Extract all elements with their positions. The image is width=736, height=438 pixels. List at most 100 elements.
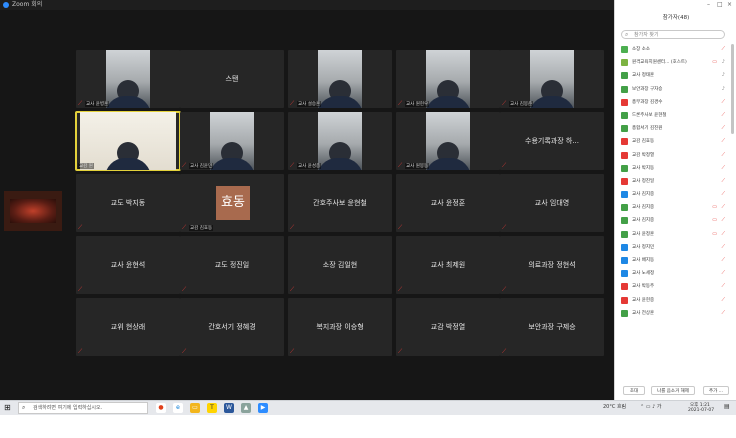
participant-row[interactable]: 원격교육지원센터... (호스트) ▭ ♪ <box>619 57 729 70</box>
clock-date[interactable]: 2021-07-07 <box>688 408 714 413</box>
mic-muted-icon: ⟋ <box>182 162 187 169</box>
zoom-taskbar-icon[interactable]: ▶ <box>258 403 268 413</box>
participant-row[interactable]: 교사 정태훈 ♪ <box>619 70 729 83</box>
mic-muted-icon: ⟋ <box>721 230 725 237</box>
tile-name-label: 교사 김윤민 <box>189 163 214 169</box>
participant-row[interactable]: 보안과장 구자승 ♪ <box>619 84 729 97</box>
participant-tile[interactable]: 교사 윤정훈 ⟋ <box>396 174 500 232</box>
unmute-self-button[interactable]: 나를 음소거 해제 <box>651 386 695 395</box>
participant-tile[interactable]: 교사 최제원 ⟋ <box>396 236 500 294</box>
windows-start-icon[interactable]: ⊞ <box>4 404 11 412</box>
maximize-icon[interactable]: □ <box>717 1 723 8</box>
camera-off-icon: ▭ <box>712 204 717 211</box>
participant-tile[interactable]: 스탠 <box>180 50 284 108</box>
participant-tile[interactable]: 교사 윤성종 ⟋ <box>288 112 392 170</box>
participant-row[interactable]: 교사 박지동 ⟋ <box>619 163 729 176</box>
participant-row[interactable]: 총무과장 김경수 ⟋ <box>619 97 729 110</box>
participant-row[interactable]: 교사 배지동 ⟋ <box>619 255 729 268</box>
word-icon[interactable]: W <box>224 403 234 413</box>
mic-icon: ♪ <box>721 85 725 92</box>
participant-row[interactable]: 교사 박동주 ⟋ <box>619 281 729 294</box>
person-silhouette <box>425 80 471 108</box>
video-feed <box>529 50 575 108</box>
participant-tile[interactable]: 교사 설승훈 ⟋ <box>288 50 392 108</box>
mic-muted-icon: ⟋ <box>721 164 725 171</box>
participant-name: 교감 김효동 <box>632 139 655 145</box>
person-silhouette <box>105 142 151 170</box>
taskbar-search-placeholder: 검색하려면 여기에 입력하십시오. <box>33 405 103 411</box>
participant-tile[interactable]: 교감 박정열 ⟋ <box>396 298 500 356</box>
participant-tile[interactable]: 교감 원 <box>75 111 181 171</box>
mic-muted-icon: ⟋ <box>398 348 403 355</box>
close-icon[interactable]: × <box>727 1 732 8</box>
panel-window-controls: – □ × <box>615 0 736 10</box>
participant-tile[interactable]: 효동 교감 김효동 ⟋ <box>180 174 284 232</box>
mic-muted-icon: ⟋ <box>290 162 295 169</box>
participant-search-input[interactable]: ⌕ 참가자 찾기 <box>621 30 725 39</box>
file-explorer-icon[interactable]: ▭ <box>190 403 200 413</box>
weather-text[interactable]: 20°C 흐림 <box>603 403 626 410</box>
edge-icon[interactable]: e <box>173 403 183 413</box>
tile-name-text: 교위 현상래 <box>110 323 146 331</box>
participant-tile[interactable]: 교사 원봉동 ⟋ <box>396 112 500 170</box>
participant-list-scrollbar[interactable] <box>731 44 734 134</box>
participant-row[interactable]: 소장 소소 ⟋ <box>619 44 729 57</box>
participant-row[interactable]: 교사 정지민 ⟋ <box>619 242 729 255</box>
participant-row[interactable]: 교사 전상훈 ⟋ <box>619 308 729 321</box>
participant-tile[interactable]: 의료과장 정현석 ⟋ <box>500 236 604 294</box>
participant-tile[interactable]: 교사 임대영 ⟋ <box>500 174 604 232</box>
participant-row[interactable]: 교사 노세정 ⟋ <box>619 268 729 281</box>
participant-tile[interactable]: 교사 김윤민 ⟋ <box>180 112 284 170</box>
participant-tile[interactable]: 교사 원현우 ⟋ <box>396 50 500 108</box>
tray-icons[interactable]: ⌃ ▭ ♪ 가 <box>640 403 661 410</box>
mic-icon: ♪ <box>721 72 725 79</box>
kakaotalk-icon[interactable]: T <box>207 403 217 413</box>
mic-muted-icon: ⟋ <box>398 162 403 169</box>
more-button[interactable]: 추가 ... <box>703 386 729 395</box>
participant-tile[interactable]: 교사 윤현석 ⟋ <box>76 236 180 294</box>
search-icon: ⌕ <box>625 31 629 38</box>
taskbar-search-input[interactable]: ⌕ 검색하려면 여기에 입력하십시오. <box>18 402 148 414</box>
mic-muted-icon: ⟋ <box>721 177 725 184</box>
participant-row[interactable]: 교감 박정열 ⟋ <box>619 150 729 163</box>
participant-row[interactable]: 총합서기 김진원 ⟋ <box>619 123 729 136</box>
tile-name-label: 교사 원현우 <box>405 101 430 107</box>
participant-row[interactable]: 드론주사보 윤현철 ⟋ <box>619 110 729 123</box>
participant-tile[interactable]: 보안과장 구제승 ⟋ <box>500 298 604 356</box>
participant-tile[interactable]: 간호주사보 윤현철 ⟋ <box>288 174 392 232</box>
mic-muted-icon: ⟋ <box>721 111 725 118</box>
participant-tile[interactable]: 교도 정진일 ⟋ <box>180 236 284 294</box>
participant-tile[interactable]: 복지과장 이승형 ⟋ <box>288 298 392 356</box>
participant-tile[interactable]: 교위 현상래 ⟋ <box>76 298 180 356</box>
participant-row[interactable]: 교감 김효동 ⟋ <box>619 136 729 149</box>
participant-tile[interactable]: 교사 김봉준 ⟋ <box>500 50 604 108</box>
mic-muted-icon: ⟋ <box>721 204 725 211</box>
video-feed <box>209 112 255 170</box>
participant-row[interactable]: 교사 윤현중 ⟋ <box>619 295 729 308</box>
participant-tile[interactable]: 교사 윤병훈 ⟋ <box>76 50 180 108</box>
participant-name: 교사 노세정 <box>632 271 655 277</box>
mic-icon: ♪ <box>721 59 725 66</box>
window-titlebar: Zoom 회의 <box>0 0 614 10</box>
person-silhouette <box>317 142 363 170</box>
participant-row[interactable]: 교사 윤정훈 ▭ ⟋ <box>619 229 729 242</box>
participant-tile[interactable]: 수용기록과장 하... ⟋ <box>500 112 604 170</box>
participant-row[interactable]: 교사 정진일 ⟋ <box>619 176 729 189</box>
minimize-icon[interactable]: – <box>707 1 710 8</box>
chrome-icon[interactable]: ● <box>156 403 166 413</box>
mic-muted-icon: ⟋ <box>78 286 83 293</box>
participant-avatar <box>621 46 628 53</box>
participant-row[interactable]: 교사 김지중 ⟋ <box>619 189 729 202</box>
invite-button[interactable]: 초대 <box>623 386 645 395</box>
participant-tile[interactable]: 소장 김일현 ⟋ <box>288 236 392 294</box>
shared-screen-thumbnail[interactable] <box>4 191 62 231</box>
participant-tile[interactable]: 교도 박지동 ⟋ <box>76 174 180 232</box>
tile-name-text: 교도 정진일 <box>214 261 250 269</box>
notification-icon[interactable]: ▤ <box>724 403 730 410</box>
mic-muted-icon: ⟋ <box>721 191 725 198</box>
photos-icon[interactable]: ▲ <box>241 403 251 413</box>
participant-row[interactable]: 교사 김지중 ▭ ⟋ <box>619 202 729 215</box>
participant-tile[interactable]: 간호서기 정혜경 ⟋ <box>180 298 284 356</box>
participant-row[interactable]: 교사 김지중 ▭ ⟋ <box>619 215 729 228</box>
participant-name: 교사 윤현중 <box>632 297 655 303</box>
